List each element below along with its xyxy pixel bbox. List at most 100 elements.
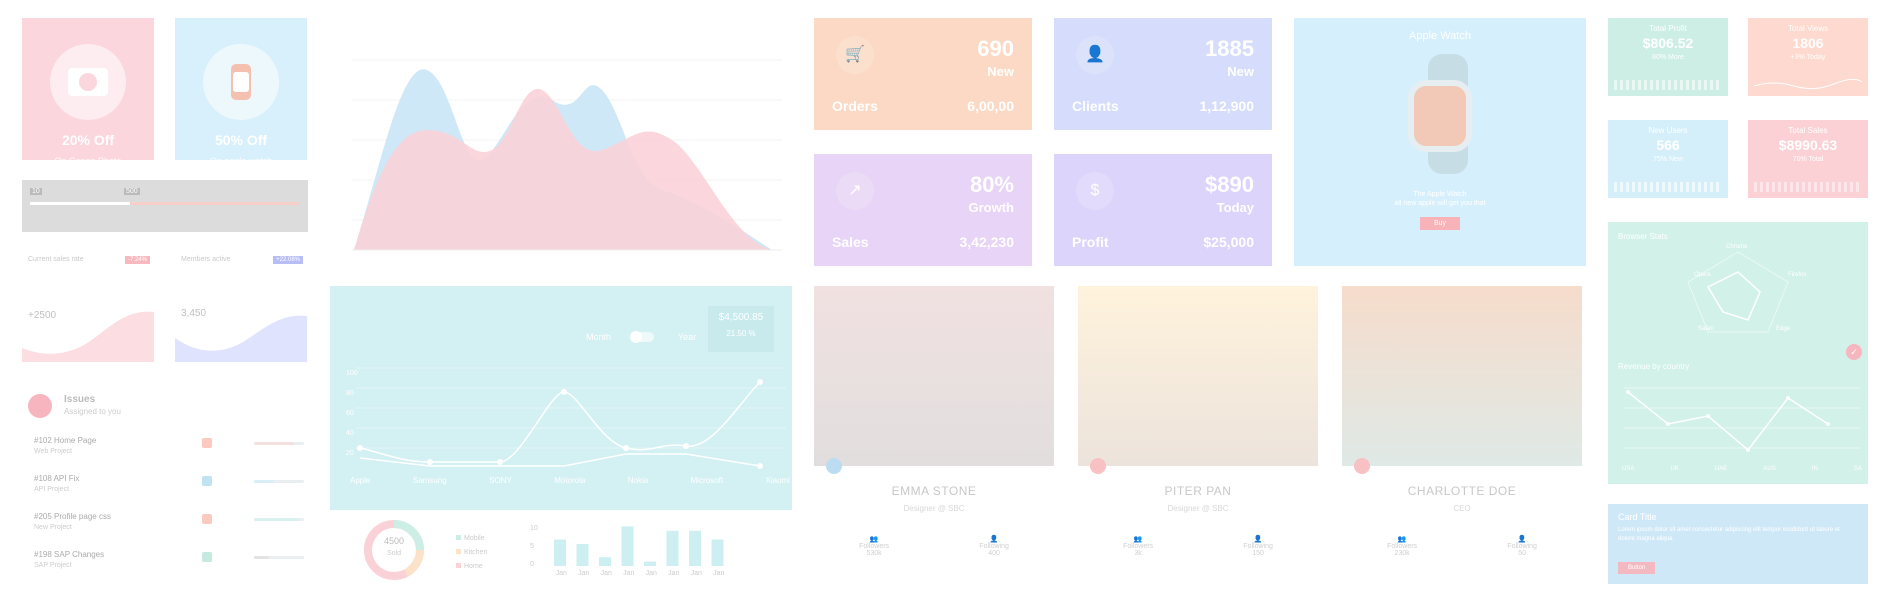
x-label: Jan [578, 570, 590, 577]
stat-tag: Today [1216, 200, 1254, 215]
promo-card-watch[interactable]: 50% Off On apple watch [175, 18, 307, 166]
profile-role: CEO [1453, 504, 1471, 513]
bar-chart [554, 526, 724, 566]
mini-delta: +3% Today [1790, 54, 1826, 61]
mini-value: 566 [1656, 137, 1680, 153]
stat-tag: Growth [968, 200, 1015, 215]
legend-item-home: Home [456, 560, 487, 574]
bar [576, 544, 589, 566]
stat-value: 1885 [1205, 36, 1254, 61]
mini-sparkline [1614, 182, 1722, 192]
amount-box: $4,500.85 21.50 % [708, 306, 774, 352]
amount-change: 21.50 % [726, 329, 756, 338]
issue-badge [202, 552, 212, 562]
change-badge: +22.08% [273, 256, 303, 264]
issue-project: SAP Project [34, 562, 72, 569]
x-label: Jan [713, 570, 725, 577]
clients-card[interactable]: 👤 1885 New Clients 1,12,900 [1054, 18, 1272, 130]
stat-tag: New [1227, 64, 1254, 79]
profile-name: PITER PAN [1164, 484, 1232, 498]
x-label: Motorola [554, 476, 586, 485]
donut-legend: Mobile Kitchen Home [456, 532, 487, 574]
profit-card[interactable]: $ $890 Today Profit $25,000 [1054, 154, 1272, 266]
mini-sparkline [1754, 182, 1862, 192]
issue-progress [254, 556, 304, 559]
promo-off: 20% Off [61, 132, 115, 148]
issue-progress [254, 442, 304, 445]
check-icon[interactable]: ✓ [1846, 344, 1862, 360]
toggle-month-label: Month [586, 332, 612, 342]
mini-delta: 75% New [1653, 156, 1683, 163]
followers-icon: 👥 [869, 536, 879, 543]
info-card-button[interactable]: Button [1618, 562, 1656, 574]
stat-label: Orders [832, 98, 878, 114]
mini-card-users: New Users 566 75% New [1608, 120, 1728, 198]
sales-card[interactable]: ↗ 80% Growth Sales 3,42,230 [814, 154, 1032, 266]
mini-card-sales: Total Sales $8990.63 70% Total [1748, 120, 1868, 198]
x-label: Samsung [412, 476, 447, 485]
stat-label: Clients [1072, 98, 1119, 114]
legend-item-mobile: Mobile [456, 532, 487, 546]
slider-value-max: 500 [124, 188, 140, 195]
issue-progress [254, 480, 304, 483]
issue-progress-fill [254, 556, 269, 559]
sales-rate-sparkline [22, 311, 154, 362]
range-slider[interactable]: 10 500 [22, 180, 308, 232]
bar [689, 530, 701, 566]
watch-icon [203, 44, 279, 120]
product-line-panel: Month Year $4,500.85 21.50 % 100 80 60 4… [330, 286, 792, 510]
month-year-toggle[interactable] [630, 331, 654, 343]
followers-stat: 👥 Followers 530k [859, 536, 890, 557]
share-icon[interactable] [1354, 458, 1370, 474]
bar [711, 539, 724, 566]
issue-row[interactable]: #205 Profile page css New Project [34, 512, 304, 540]
issues-icon [28, 394, 52, 418]
slider-fill [30, 202, 130, 205]
mini-title: Total Views [1787, 24, 1829, 33]
orders-card[interactable]: 🛒 690 New Orders 6,00,00 [814, 18, 1032, 130]
mini-value: $8990.63 [1778, 137, 1838, 153]
mini-card-views: Total Views 1806 +3% Today [1748, 18, 1868, 96]
issue-row[interactable]: #108 API Fix API Project [34, 474, 304, 502]
followers-icon: 👥 [1397, 536, 1407, 543]
sales-rate-card: Current sales rate -7.24% +2500 [22, 254, 154, 362]
cart-icon: 🛒 [836, 36, 874, 74]
issue-progress-fill [254, 480, 274, 483]
y-tick: 5 [530, 543, 534, 550]
profile-card-emma: EMMA STONE Designer @ SBC 👥 Followers 530k… [814, 286, 1054, 586]
toggle-year-label: Year [678, 332, 697, 342]
radar-title: Browser Stats [1618, 232, 1668, 241]
x-label: SA [1853, 466, 1862, 472]
legend-item-kitchen: Kitchen [456, 546, 487, 560]
y-tick: 40 [346, 430, 354, 437]
promo-card-camera[interactable]: 20% Off On Canon Photo [22, 18, 154, 166]
stat-amount: 3,42,230 [959, 234, 1015, 250]
share-icon[interactable] [826, 458, 842, 474]
x-label: Apple [350, 476, 371, 485]
issue-badge [202, 476, 212, 486]
issue-progress-fill [254, 518, 299, 521]
y-tick: 80 [346, 390, 354, 397]
stat-amount: $25,000 [1203, 234, 1254, 250]
bar [644, 561, 656, 566]
issue-row[interactable]: #102 Home Page Web Project [34, 436, 304, 464]
radar-label: Firefox [1788, 272, 1807, 278]
donut-label: Sold [386, 550, 401, 557]
x-label: Jan [690, 570, 702, 577]
stat-label: Sales [832, 234, 869, 250]
issue-row[interactable]: #198 SAP Changes SAP Project [34, 550, 304, 578]
x-label: UAE [1714, 466, 1728, 472]
following-icon: 👤 [989, 536, 999, 543]
watch-image [1408, 54, 1472, 174]
line-series-1 [359, 381, 761, 463]
profile-role: Designer @ SBC [903, 504, 965, 513]
card-title: Members active [181, 256, 231, 263]
share-icon[interactable] [1090, 458, 1106, 474]
y-axis-labels: 100 80 60 40 20 [346, 364, 358, 464]
issue-progress [254, 518, 304, 521]
buy-button[interactable]: Buy [1419, 217, 1461, 230]
mini-title: Total Profit [1649, 24, 1687, 33]
revenue-line-chart [1624, 387, 1860, 452]
x-label: Xiaomi [765, 476, 790, 485]
toggle-knob [630, 331, 642, 343]
